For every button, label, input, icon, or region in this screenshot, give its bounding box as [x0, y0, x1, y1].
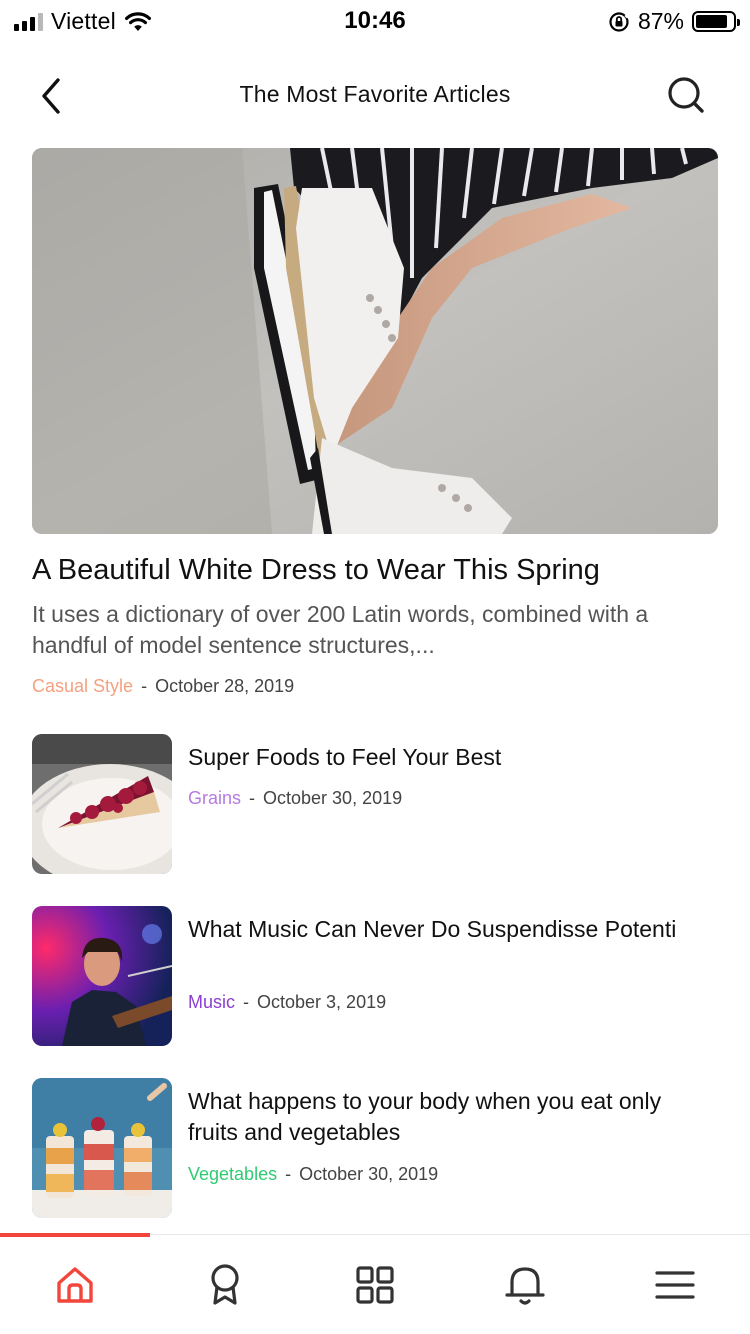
- article-title[interactable]: What Music Can Never Do Suspendisse Pote…: [188, 914, 708, 945]
- meta-separator: -: [141, 676, 148, 696]
- article-thumbnail: [32, 734, 172, 874]
- publish-date: October 30, 2019: [263, 788, 403, 808]
- tab-awards[interactable]: [150, 1235, 300, 1334]
- category-tag[interactable]: Grains: [188, 788, 241, 809]
- orientation-lock-icon: [609, 11, 630, 32]
- shoe-photo: [32, 148, 718, 534]
- article-meta: Grains - October 30, 2019: [188, 788, 402, 809]
- tab-home[interactable]: [0, 1235, 150, 1334]
- page-title: The Most Favorite Articles: [239, 81, 511, 107]
- meta-separator: -: [243, 992, 250, 1012]
- list-item[interactable]: What Music Can Never Do Suspendisse Pote…: [32, 906, 722, 1046]
- tab-notifications[interactable]: [450, 1235, 600, 1334]
- musician-photo: [32, 906, 172, 1046]
- search-icon: [668, 77, 704, 113]
- grid-icon: [356, 1266, 394, 1304]
- publish-date: October 30, 2019: [299, 1164, 439, 1184]
- meta-separator: -: [249, 788, 256, 808]
- article-title[interactable]: Super Foods to Feel Your Best: [188, 742, 708, 773]
- bell-icon: [505, 1267, 545, 1305]
- pie-photo: [32, 734, 172, 874]
- meta-separator: -: [285, 1164, 292, 1184]
- featured-excerpt: It uses a dictionary of over 200 Latin w…: [32, 601, 649, 658]
- category-tag[interactable]: Vegetables: [188, 1164, 277, 1185]
- search-button[interactable]: [666, 75, 706, 115]
- tab-bar: [0, 1233, 750, 1334]
- article-thumbnail: [32, 1078, 172, 1218]
- tab-menu[interactable]: [600, 1235, 750, 1334]
- nav-bar: The Most Favorite Articles: [0, 60, 750, 130]
- publish-date: October 3, 2019: [257, 992, 387, 1012]
- menu-icon: [655, 1271, 695, 1299]
- battery-percent: 87%: [637, 8, 684, 34]
- smoothies-photo: [32, 1078, 172, 1218]
- tab-categories[interactable]: [300, 1235, 450, 1334]
- category-tag[interactable]: Casual Style: [32, 676, 133, 697]
- featured-image[interactable]: [32, 148, 718, 534]
- featured-meta: Casual Style - October 28, 2019: [32, 676, 294, 697]
- list-item[interactable]: What happens to your body when you eat o…: [32, 1078, 722, 1218]
- article-meta: Vegetables - October 30, 2019: [188, 1164, 438, 1185]
- publish-date: October 28, 2019: [155, 676, 295, 696]
- featured-title[interactable]: A Beautiful White Dress to Wear This Spr…: [32, 551, 722, 589]
- battery-icon: [692, 11, 740, 32]
- category-tag[interactable]: Music: [188, 992, 235, 1013]
- status-bar: Viettel 10:46 87%: [0, 0, 750, 42]
- list-item[interactable]: Super Foods to Feel Your Best Grains - O…: [32, 734, 722, 874]
- article-meta: Music - October 3, 2019: [188, 992, 386, 1013]
- award-icon: [211, 1264, 239, 1305]
- battery-level: [696, 15, 728, 28]
- article-title[interactable]: What happens to your body when you eat o…: [188, 1086, 708, 1148]
- article-thumbnail: [32, 906, 172, 1046]
- home-icon: [57, 1267, 93, 1303]
- status-right: 87%: [608, 8, 740, 35]
